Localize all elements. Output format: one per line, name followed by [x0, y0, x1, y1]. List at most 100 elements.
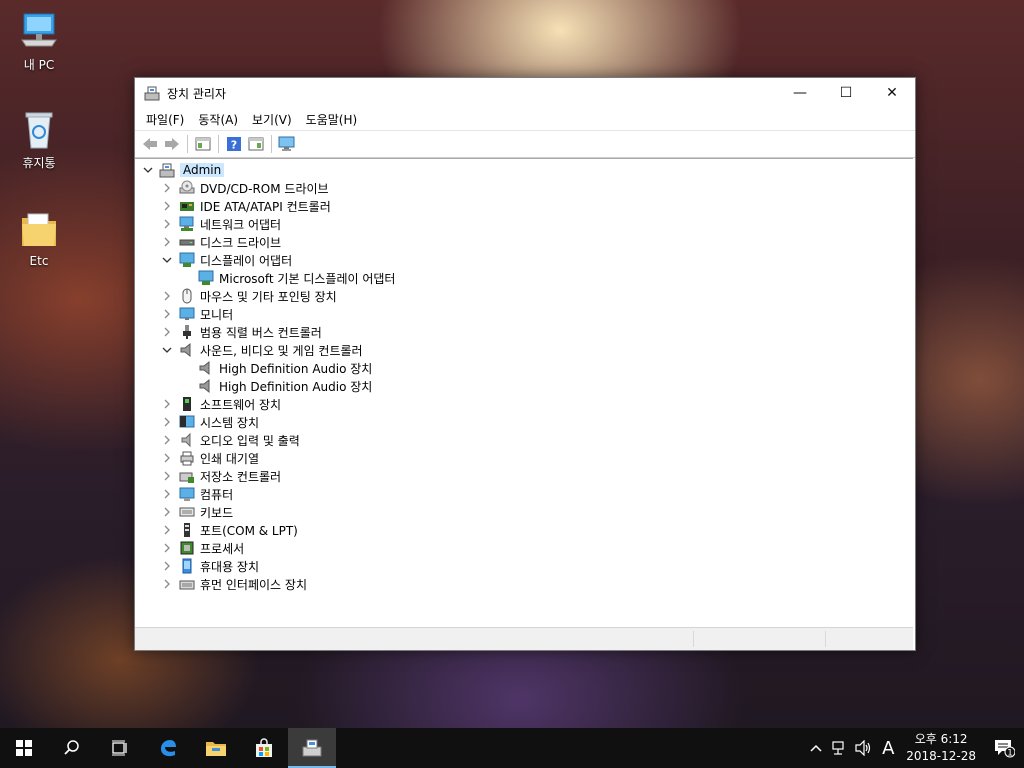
close-button[interactable]: ✕: [869, 78, 915, 108]
chevron-right-icon[interactable]: [162, 453, 172, 463]
chevron-right-icon[interactable]: [162, 219, 172, 229]
chevron-down-icon[interactable]: [162, 345, 172, 355]
device-category-디스플레이-어댑터[interactable]: 디스플레이 어댑터: [162, 251, 292, 269]
window-title: 장치 관리자: [167, 86, 227, 101]
chevron-right-icon[interactable]: [162, 435, 172, 445]
device-category-소프트웨어-장치[interactable]: 소프트웨어 장치: [162, 395, 281, 413]
monitor-device-icon: [179, 307, 195, 320]
help-button[interactable]: ?: [223, 134, 245, 154]
chevron-right-icon[interactable]: [162, 561, 172, 571]
device-category-인쇄-대기열[interactable]: 인쇄 대기열: [162, 449, 259, 467]
device-category-휴대용-장치[interactable]: 휴대용 장치: [162, 557, 259, 575]
device-category-범용-직렬-버스-컨트롤러[interactable]: 범용 직렬 버스 컨트롤러: [162, 323, 322, 341]
sound-device-icon: [199, 378, 210, 394]
system-tray: A 오후 6:12 2018-12-28 1: [804, 728, 1024, 768]
menu-action[interactable]: 동작(A): [191, 111, 245, 128]
device-tree: Admin DVD/CD-ROM 드라이브 IDE ATA/ATAPI 컨트롤러 네트…: [135, 158, 913, 623]
device-category-포트-com-lpt[interactable]: 포트(COM & LPT): [162, 521, 298, 539]
chevron-right-icon[interactable]: [162, 417, 172, 427]
device-high-definition-audio-장치[interactable]: High Definition Audio 장치: [181, 377, 372, 395]
desktop-icon-etc-folder[interactable]: Etc: [1, 208, 77, 268]
menu-help[interactable]: 도움말(H): [299, 111, 365, 128]
device-category-키보드[interactable]: 키보드: [162, 503, 233, 521]
search-icon: [64, 740, 79, 755]
usb-device-icon: [183, 325, 191, 339]
chevron-right-icon[interactable]: [162, 309, 172, 319]
toolbar: ?: [135, 130, 915, 158]
title-bar[interactable]: 장치 관리자 — ☐ ✕: [135, 78, 915, 108]
properties-button[interactable]: [245, 134, 267, 154]
chevron-right-icon[interactable]: [162, 327, 172, 337]
tree-item-label: 사운드, 비디오 및 게임 컨트롤러: [200, 343, 363, 358]
chevron-right-icon[interactable]: [162, 183, 172, 193]
volume-tray-button[interactable]: [852, 728, 876, 768]
chevron-right-icon[interactable]: [162, 291, 172, 301]
menu-view[interactable]: 보기(V): [245, 111, 299, 128]
network-icon: [832, 741, 844, 755]
start-button[interactable]: [0, 728, 48, 768]
tree-item-label: High Definition Audio 장치: [219, 379, 373, 394]
chevron-right-icon[interactable]: [162, 525, 172, 535]
device-category-dvd-cd-rom-드라이브[interactable]: DVD/CD-ROM 드라이브: [162, 179, 329, 197]
action-center-button[interactable]: 1: [984, 728, 1024, 768]
clock[interactable]: 오후 6:12 2018-12-28: [906, 731, 976, 765]
device-category-디스크-드라이브[interactable]: 디스크 드라이브: [162, 233, 281, 251]
chevron-right-icon[interactable]: [162, 237, 172, 247]
device-category-오디오-입력-및-출력[interactable]: 오디오 입력 및 출력: [162, 431, 300, 449]
chevron-right-icon[interactable]: [162, 399, 172, 409]
chevron-right-icon[interactable]: [162, 579, 172, 589]
input-method-indicator[interactable]: A: [876, 728, 900, 768]
device-category-모니터[interactable]: 모니터: [162, 305, 233, 323]
device-category-시스템-장치[interactable]: 시스템 장치: [162, 413, 259, 431]
show-hide-console-tree-button[interactable]: [192, 134, 214, 154]
device-category-프로세서[interactable]: 프로세서: [162, 539, 244, 557]
edge-taskbar-button[interactable]: [144, 728, 192, 768]
display-device-icon: [198, 270, 214, 285]
svg-text:?: ?: [231, 139, 237, 152]
device-category-저장소-컨트롤러[interactable]: 저장소 컨트롤러: [162, 467, 281, 485]
search-button[interactable]: [48, 728, 96, 768]
device-category-사운드-비디오-및-게임-컨트롤러[interactable]: 사운드, 비디오 및 게임 컨트롤러: [162, 341, 363, 359]
device-manager-taskbar-button[interactable]: [288, 728, 336, 768]
minimize-button[interactable]: —: [777, 78, 823, 108]
menu-bar: 파일(F) 동작(A) 보기(V) 도움말(H): [135, 108, 915, 130]
menu-file[interactable]: 파일(F): [139, 111, 191, 128]
network-tray-button[interactable]: [828, 728, 852, 768]
computer-icon: [159, 163, 175, 178]
sound-device-icon: [180, 342, 191, 358]
chevron-down-icon[interactable]: [143, 165, 153, 175]
device-category-마우스-및-기타-포인팅-장치[interactable]: 마우스 및 기타 포인팅 장치: [162, 287, 337, 305]
chevron-right-icon[interactable]: [162, 543, 172, 553]
chevron-down-icon[interactable]: [162, 255, 172, 265]
device-category-컴퓨터[interactable]: 컴퓨터: [162, 485, 233, 503]
device-high-definition-audio-장치[interactable]: High Definition Audio 장치: [181, 359, 372, 377]
device-category-휴먼-인터페이스-장치[interactable]: 휴먼 인터페이스 장치: [162, 575, 307, 593]
tree-root-admin[interactable]: Admin: [143, 161, 225, 179]
task-view-icon: [112, 740, 127, 756]
show-hidden-icons-button[interactable]: [804, 728, 828, 768]
notification-count: 1: [1007, 749, 1013, 759]
forward-button[interactable]: [161, 134, 183, 154]
chevron-right-icon[interactable]: [162, 507, 172, 517]
scan-hardware-button[interactable]: [276, 134, 298, 154]
desktop-icon-this-pc[interactable]: 내 PC: [1, 10, 77, 73]
back-button[interactable]: [139, 134, 161, 154]
tree-item-label: 소프트웨어 장치: [200, 397, 282, 412]
task-view-button[interactable]: [96, 728, 144, 768]
store-taskbar-button[interactable]: [240, 728, 288, 768]
device-microsoft-기본-디스플레이-어댑터[interactable]: Microsoft 기본 디스플레이 어댑터: [181, 269, 395, 287]
device-manager-window: 장치 관리자 — ☐ ✕ 파일(F) 동작(A) 보기(V) 도움말(H) ?: [134, 77, 916, 651]
desktop-icon-recycle-bin[interactable]: 휴지통: [1, 108, 77, 171]
device-manager-icon: [144, 85, 160, 101]
chevron-right-icon[interactable]: [162, 471, 172, 481]
device-category-ide-ata-atapi-컨트롤러[interactable]: IDE ATA/ATAPI 컨트롤러: [162, 197, 331, 215]
toolbar-separator: [271, 135, 272, 153]
maximize-button[interactable]: ☐: [823, 78, 869, 108]
chevron-right-icon[interactable]: [162, 489, 172, 499]
chevron-right-icon[interactable]: [162, 201, 172, 211]
tree-root-label: Admin: [180, 163, 225, 177]
printer-device-icon: [180, 451, 194, 466]
chevron-up-icon: [810, 744, 822, 752]
file-explorer-taskbar-button[interactable]: [192, 728, 240, 768]
device-category-네트워크-어댑터[interactable]: 네트워크 어댑터: [162, 215, 281, 233]
